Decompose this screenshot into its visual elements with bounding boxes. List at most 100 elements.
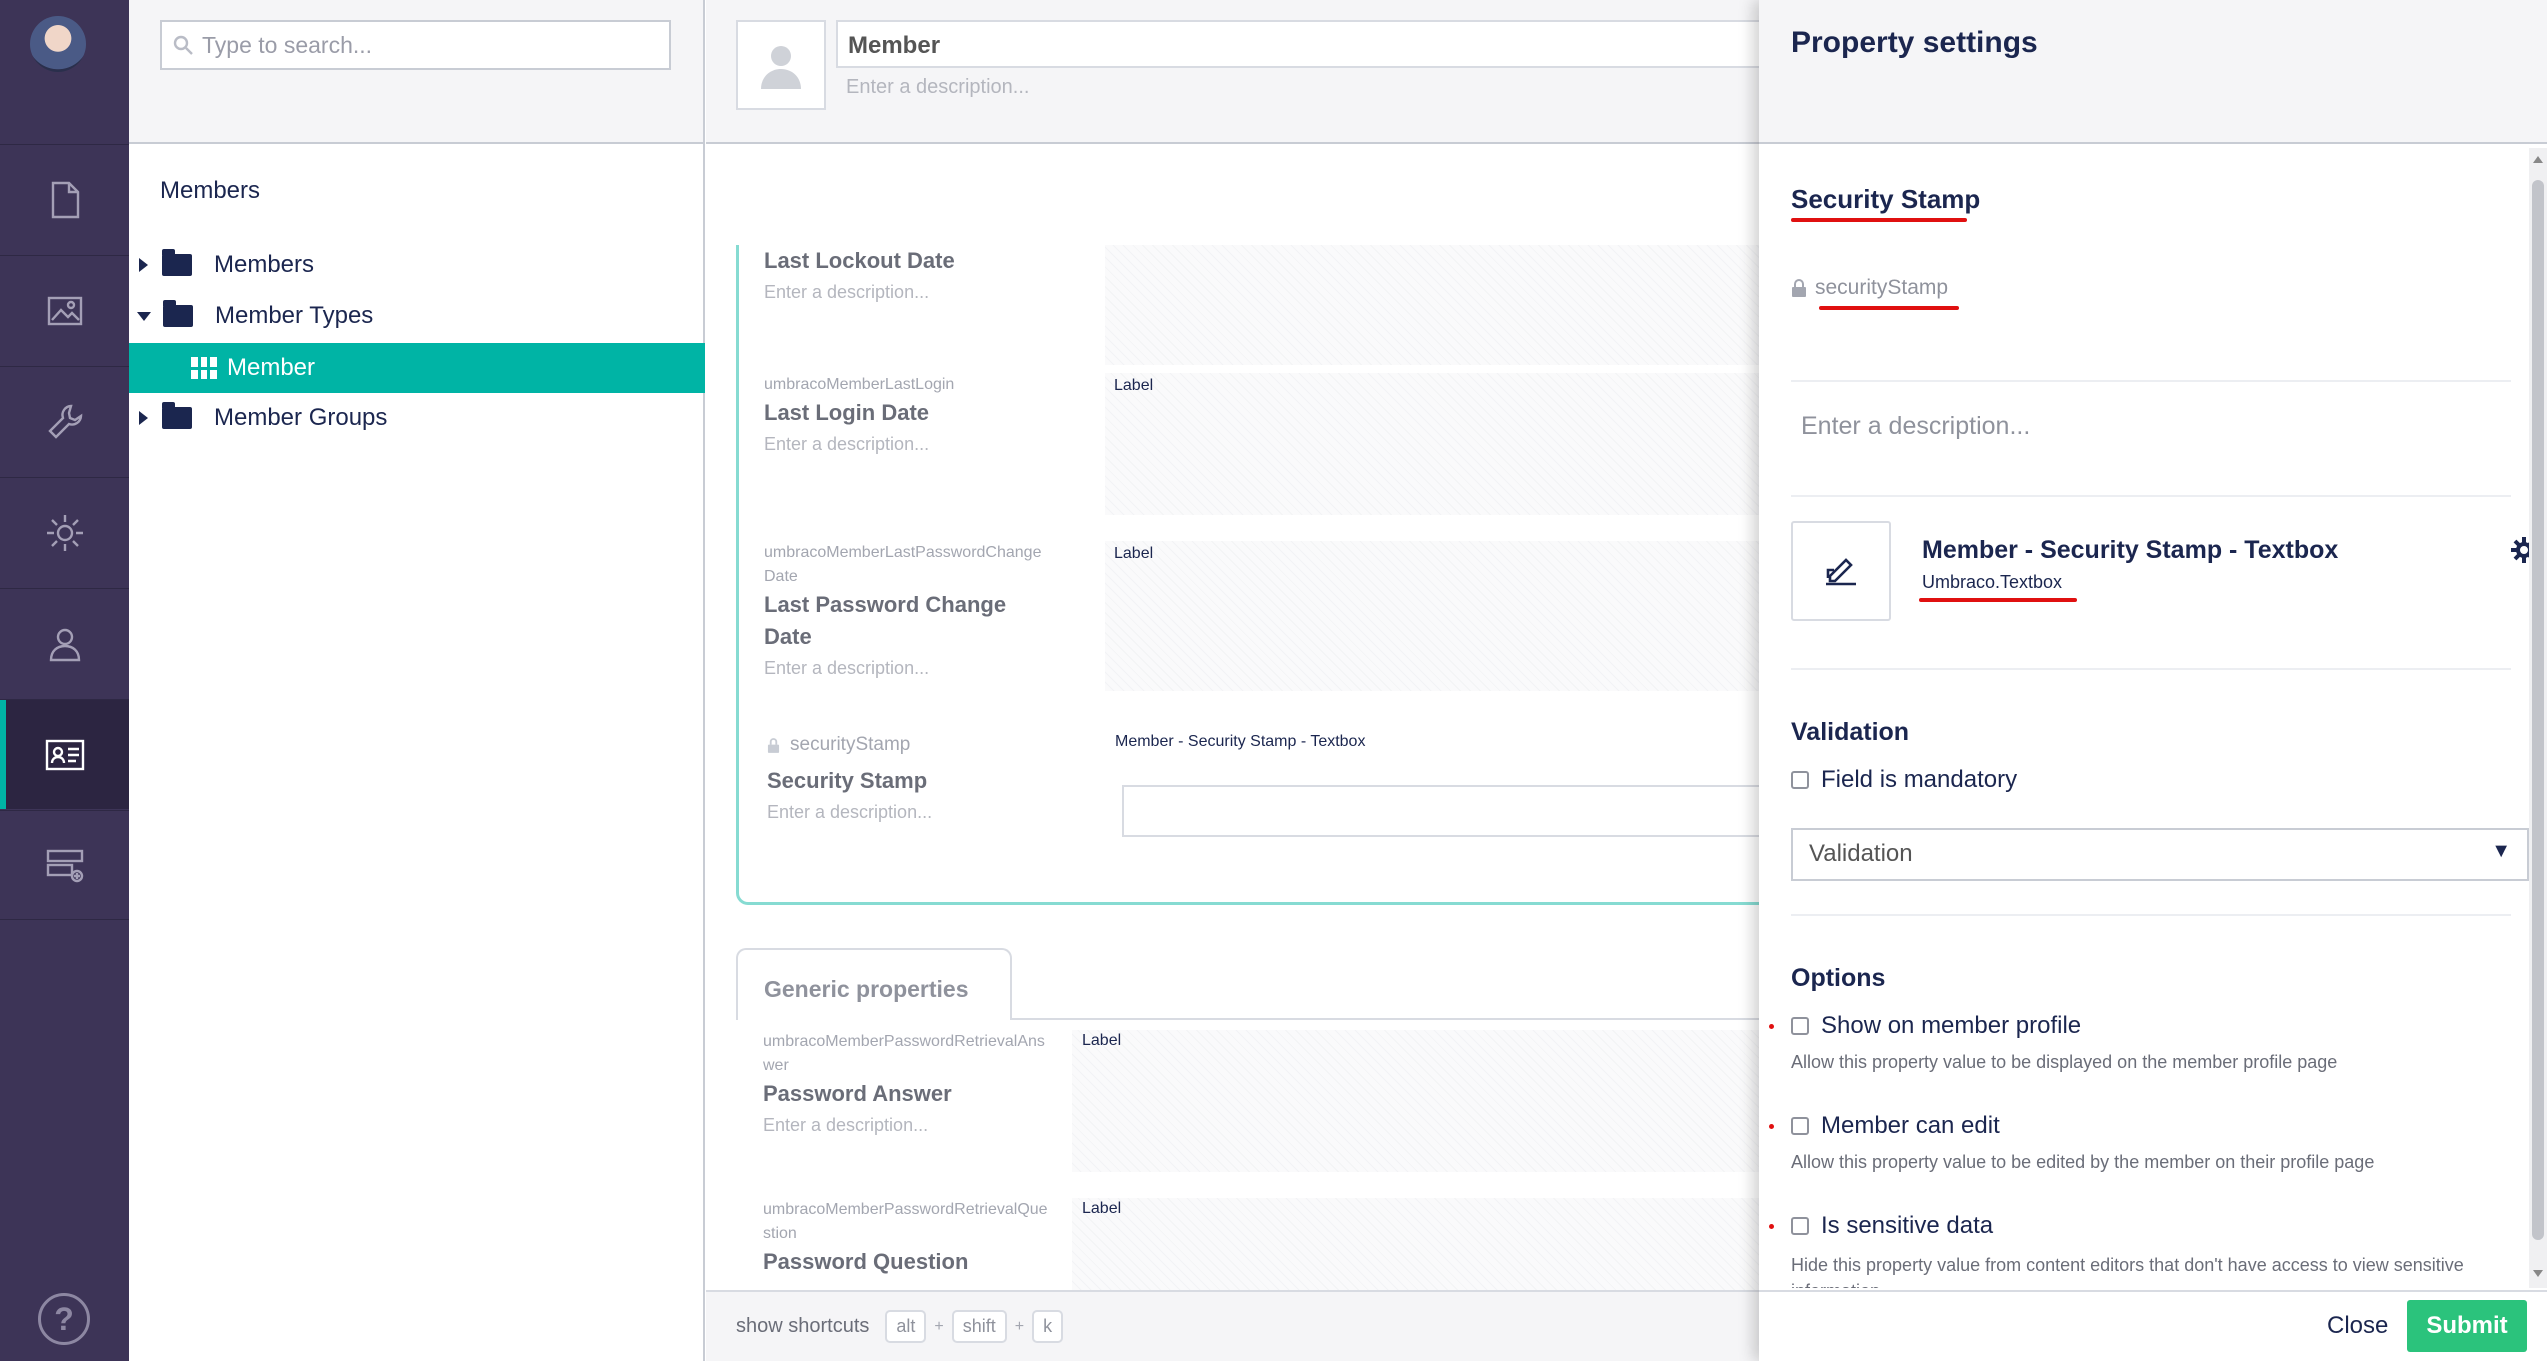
nav-developer[interactable] [0,477,129,587]
caret-right-icon[interactable] [139,258,148,272]
name-input[interactable]: Member [836,20,1806,68]
divider [1791,380,2511,382]
tree-panel: Members Members Member Types Member Memb… [129,0,705,1361]
annotation-underline [1791,218,1967,222]
key-k: k [1032,1310,1064,1343]
property-description: Enter a description... [767,802,933,822]
property-description: Enter a description... [764,434,930,454]
user-icon [761,46,801,89]
nav-content[interactable] [0,144,129,254]
property-alias[interactable]: securityStamp [1791,276,1948,300]
property-name: Last Login Date [764,400,930,425]
nav-members[interactable] [0,699,129,809]
shortcuts-bar: show shortcuts alt + shift + k [706,1290,1806,1361]
property-row[interactable]: umbracoMemberLastLogin Last Login Date E… [764,373,1054,459]
select-value: Validation [1809,840,1913,867]
gear-icon [46,514,83,551]
search-box[interactable] [160,20,671,70]
option-help: Allow this property value to be displaye… [1791,1052,2338,1072]
checkbox-label: Field is mandatory [1821,766,2018,793]
property-row[interactable]: umbracoMemberPasswordRetrievalQue stion … [763,1198,1053,1278]
member-type-icon [191,357,217,379]
option-sensitive-data[interactable]: Is sensitive data [1791,1212,1993,1240]
panel-header: Property settings [1759,0,2547,144]
property-group: Last Lockout Date Enter a description...… [736,245,1822,905]
search-area [129,0,703,144]
checkbox[interactable] [1791,1117,1809,1135]
property-row[interactable]: securityStamp Security Stamp Enter a des… [767,733,1057,827]
validation-select[interactable]: Validation ▼ [1791,828,2529,881]
panel-footer: Close Submit [1759,1290,2547,1361]
nav-users[interactable] [0,588,129,698]
divider [1791,914,2511,916]
nav-settings[interactable] [0,366,129,476]
panel-scrollbar[interactable] [2529,148,2547,1288]
tree-node-members[interactable]: Members [129,240,705,290]
divider [1791,495,2511,497]
data-type-name[interactable]: Member - Security Stamp - Textbox [1922,536,2338,565]
property-alias: umbracoMemberLastPasswordChange Date [764,544,1042,585]
caret-right-icon[interactable] [139,411,148,425]
scroll-down-arrow[interactable] [2533,1270,2543,1277]
member-card-icon [45,739,84,770]
property-description: Enter a description... [764,658,930,678]
checkbox[interactable] [1791,771,1809,789]
property-row[interactable]: umbracoMemberLastPasswordChange Date Las… [764,541,1054,683]
property-preview [1105,245,1805,365]
mandatory-checkbox[interactable]: Field is mandatory [1791,766,2017,794]
panel-title: Property settings [1791,26,2038,59]
property-name-input[interactable]: Security Stamp [1791,184,1980,215]
folder-icon [162,249,192,276]
tab-generic-properties[interactable]: Generic properties [736,948,1012,1020]
tree-node-label: Member Groups [214,404,388,431]
shortcuts-toggle[interactable]: show shortcuts [736,1315,869,1338]
checkbox[interactable] [1791,1217,1809,1235]
property-row[interactable]: umbracoMemberPasswordRetrievalAns wer Pa… [763,1030,1053,1140]
property-alias: umbracoMemberPasswordRetrievalQue stion [763,1201,1048,1242]
property-alias: securityStamp [767,733,1057,757]
checkbox[interactable] [1791,1017,1809,1035]
checkbox-label: Show on member profile [1821,1012,2082,1039]
tree-node-label: Members [214,251,315,278]
lock-icon[interactable] [1791,279,1807,297]
nav-forms[interactable] [0,810,129,920]
divider [1791,668,2511,670]
annotation-dot [1769,1224,1774,1229]
option-show-on-profile[interactable]: Show on member profile [1791,1012,2081,1040]
submit-button[interactable]: Submit [2407,1300,2527,1352]
tree-node-member-groups[interactable]: Member Groups [129,393,705,443]
data-type-tile[interactable] [1791,521,1891,621]
caret-down-icon[interactable] [137,311,151,321]
close-button[interactable]: Close [2327,1312,2388,1340]
property-settings-panel: Property settings Security Stamp securit… [1759,0,2547,1361]
forms-icon [46,849,83,883]
option-member-can-edit[interactable]: Member can edit [1791,1112,2000,1140]
search-input[interactable] [202,31,642,59]
description-textarea[interactable]: Enter a description... [1801,412,2030,441]
icon-picker[interactable] [736,20,826,110]
tree-node-member[interactable]: Member [129,343,705,393]
annotation-underline [1819,306,1959,310]
property-name: Last Lockout Date [764,248,955,273]
scroll-up-arrow[interactable] [2533,156,2543,163]
security-stamp-textbox[interactable] [1122,785,1822,837]
alias-text: securityStamp [790,734,911,755]
section-nav: ? [0,0,129,1361]
property-preview [1105,541,1805,691]
tree-node-label: Member Types [215,302,374,329]
editor-header: Member Enter a description... [706,0,1806,144]
tree-node-member-types[interactable]: Member Types [129,291,705,341]
checkbox-label: Is sensitive data [1821,1212,1994,1239]
property-preview [1105,373,1805,515]
help-icon[interactable]: ? [38,1293,90,1345]
scroll-thumb[interactable] [2532,180,2544,1240]
user-avatar[interactable] [30,16,86,72]
nav-media[interactable] [0,255,129,365]
tab-divider [1011,1018,1811,1020]
tree-node-label: Member [227,354,316,381]
description-input[interactable]: Enter a description... [846,76,1029,99]
property-preview [1072,1198,1772,1290]
folder-icon [163,300,193,327]
property-row[interactable]: Last Lockout Date Enter a description... [764,245,955,307]
plus-sign: + [1014,1317,1025,1335]
